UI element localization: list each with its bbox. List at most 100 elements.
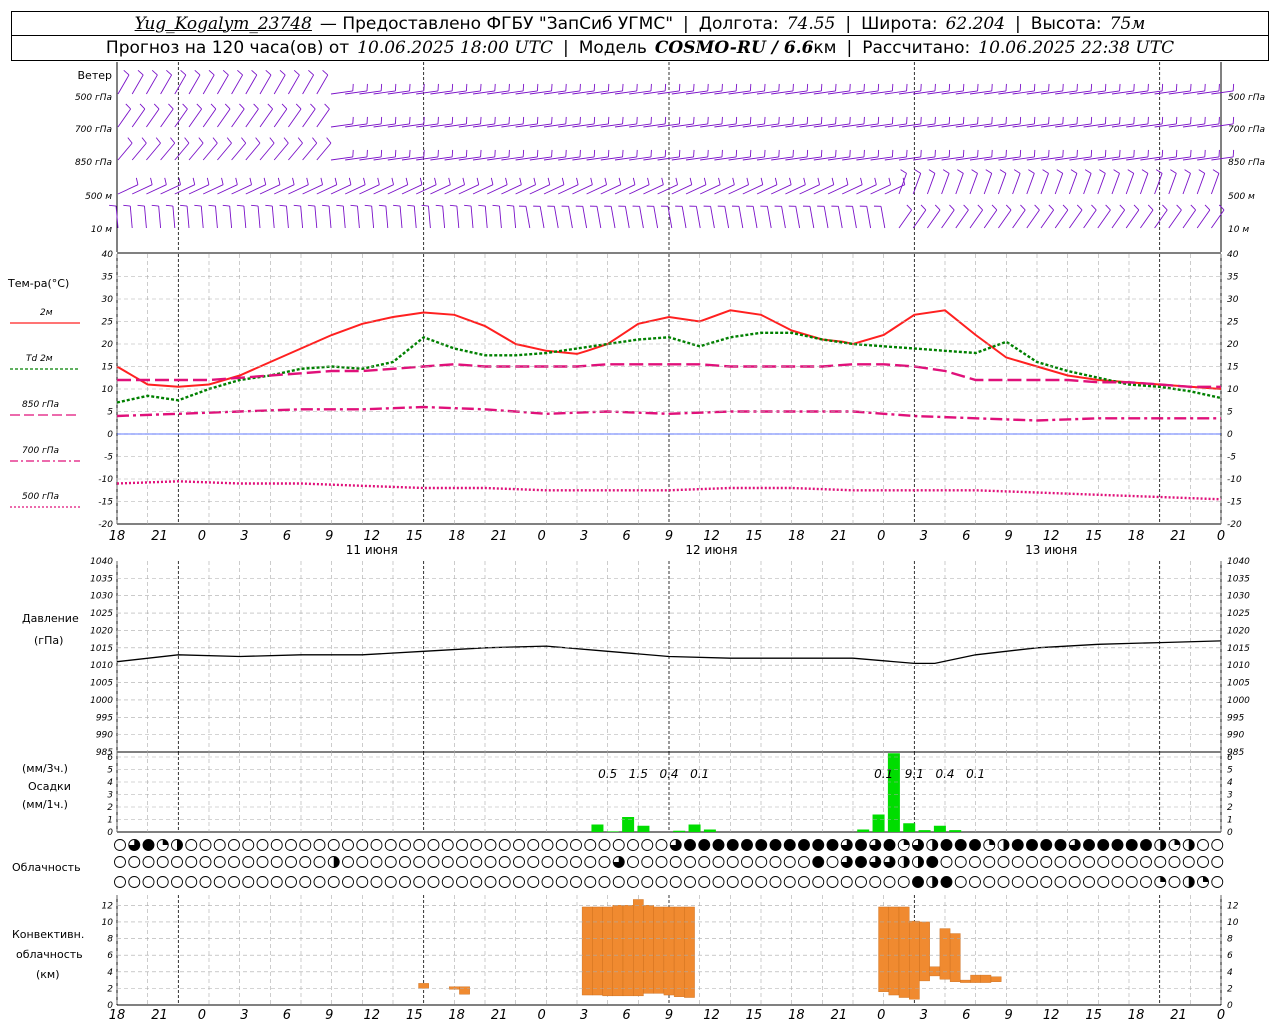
cloud-circle xyxy=(384,856,397,868)
conv-bar xyxy=(643,905,654,994)
wind-barb xyxy=(685,116,709,128)
cloud-symbol xyxy=(1026,839,1038,851)
cloud-symbol xyxy=(712,839,725,851)
wind-barb-flag xyxy=(618,177,622,185)
wind-barb-shaft xyxy=(568,206,573,229)
y-tick-label: 8 xyxy=(107,935,113,945)
wind-barb-flag xyxy=(137,69,144,76)
wind-barb-shaft xyxy=(117,74,130,95)
wind-barb-flag xyxy=(874,177,877,185)
cloud-symbol xyxy=(370,876,383,888)
cloud-circle xyxy=(940,856,953,868)
x-tick-label: 21 xyxy=(1170,529,1187,544)
cloud-symbol xyxy=(912,876,924,888)
wind-barb xyxy=(131,137,147,161)
wind-barb-flag xyxy=(533,177,536,185)
cloud-circle xyxy=(684,856,696,868)
wind-barb-flag xyxy=(222,69,229,76)
precip-bar xyxy=(949,830,962,832)
y-tick-label: 990 xyxy=(96,731,113,741)
wind-barb-shaft xyxy=(300,206,304,229)
cloud-symbol xyxy=(598,856,611,868)
conv-bar xyxy=(581,906,593,996)
cloud-circle xyxy=(498,839,511,851)
wind-title: Ветер xyxy=(78,69,112,82)
cloud-symbol xyxy=(270,839,283,851)
wind-barb xyxy=(859,205,872,229)
cloud-circle xyxy=(327,839,340,851)
wind-barb-flag xyxy=(760,177,764,185)
conv-bar xyxy=(960,979,971,983)
cloud-circle xyxy=(1083,876,1095,888)
wind-barb xyxy=(174,103,188,128)
cloud-symbol xyxy=(769,876,782,888)
cloud-fill xyxy=(1112,839,1123,851)
wind-barb xyxy=(561,205,573,229)
cloud-circle xyxy=(527,876,540,888)
x-tick-label: 3 xyxy=(240,529,248,544)
wind-barb xyxy=(799,83,823,95)
wind-barb-shaft xyxy=(1125,173,1135,195)
cloud-symbol xyxy=(769,839,782,851)
wind-barb-shaft xyxy=(484,206,488,229)
wind-barb xyxy=(998,83,1022,95)
wind-barb-shaft xyxy=(174,74,187,95)
cloud-circle xyxy=(356,839,369,851)
wind-barb-flag xyxy=(817,177,820,185)
cloud-symbol xyxy=(156,856,169,868)
cloud-symbol xyxy=(242,876,255,888)
wind-barb-flag xyxy=(1162,204,1168,211)
wind-barb xyxy=(955,116,979,128)
y-tick-label: 4 xyxy=(1227,778,1233,788)
cloud-symbol xyxy=(655,839,668,851)
cloud-symbol xyxy=(826,856,839,868)
cloud-circle xyxy=(669,876,682,888)
cloud-circle xyxy=(1068,876,1081,888)
y-tick-label: 5 xyxy=(107,408,113,418)
wind-barb xyxy=(785,116,809,128)
cloud-symbol xyxy=(1068,839,1081,851)
wind-barb-flag xyxy=(1048,204,1054,211)
cloud-circle xyxy=(1140,856,1152,868)
cloud-fill xyxy=(1026,839,1038,851)
wind-barb-flag xyxy=(1062,204,1069,211)
wind-barb xyxy=(174,69,187,95)
cloud-symbol xyxy=(327,856,340,868)
cloud-circle xyxy=(997,856,1010,868)
wind-barb-flag xyxy=(900,169,907,174)
wind-barb-flag xyxy=(295,103,302,110)
cloud-circle xyxy=(1211,839,1224,851)
wind-barb xyxy=(1111,116,1135,128)
cloud-symbol xyxy=(1040,839,1053,851)
y-tick-label: 990 xyxy=(1227,731,1244,741)
wind-barb-shaft xyxy=(131,108,146,128)
cloud-circle xyxy=(840,876,853,888)
wind-barb xyxy=(302,69,314,95)
wind-barb-flag xyxy=(949,204,955,211)
cloud-symbol xyxy=(997,856,1010,868)
cloud-fill xyxy=(918,856,924,868)
cloud-symbol xyxy=(726,876,739,888)
cloud-circle xyxy=(342,876,354,888)
cloud-symbol xyxy=(570,876,582,888)
wind-barb-flag xyxy=(957,169,964,174)
series-line-1 xyxy=(116,331,1222,404)
cloud-symbol xyxy=(798,856,810,868)
wind-barb xyxy=(700,116,723,128)
wind-barb xyxy=(123,204,133,229)
cloud-symbol xyxy=(171,876,183,888)
y-tick-label: 1020 xyxy=(1227,626,1250,636)
cloud-circle xyxy=(413,839,426,851)
y-tick-label: 5 xyxy=(1227,408,1233,418)
cloud-circle xyxy=(627,876,639,888)
wind-barb xyxy=(600,149,624,161)
cloud-circle xyxy=(584,839,597,851)
wind-barb xyxy=(984,149,1007,161)
x-axis-bottom: 18 21 0 3 6 9 12 15 18 21 0 3 6 9 12 15 18 21 0 3 6 9 12 15 18 21… xyxy=(109,1008,1225,1023)
cloud-symbol xyxy=(484,856,497,868)
x-tick-label: 12 xyxy=(1043,1008,1060,1023)
conv-bar xyxy=(663,906,675,996)
x-tick-label: 9 xyxy=(665,529,673,544)
cloud-fill xyxy=(955,839,967,851)
cloud-symbol xyxy=(342,839,354,851)
